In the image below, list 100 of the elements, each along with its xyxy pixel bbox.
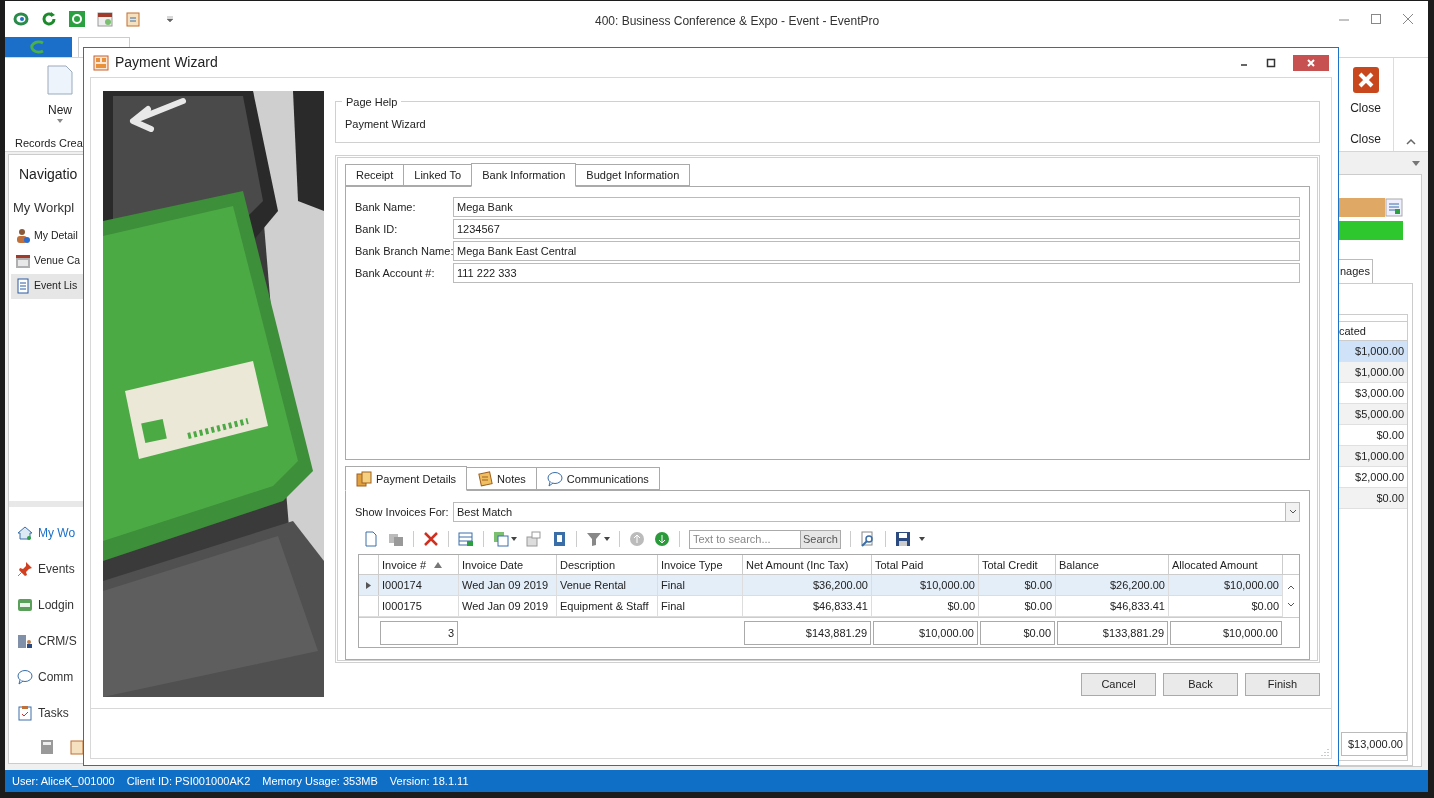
caret-icon[interactable]	[604, 537, 610, 542]
total-cell: $10,000.00	[1170, 620, 1282, 645]
logo-icon[interactable]	[13, 11, 29, 27]
panel-title: Navigatio	[19, 165, 79, 184]
close-button[interactable]	[1293, 54, 1329, 71]
table-cell: $0.00	[979, 575, 1056, 596]
table-cell: $5,000.00	[1339, 404, 1407, 425]
table-cell: Wed Jan 09 2019	[459, 575, 557, 596]
caret-icon	[57, 119, 63, 123]
table-cell: I000174	[379, 575, 459, 596]
color-bar	[1337, 198, 1385, 217]
new-document-icon[interactable]	[363, 531, 379, 548]
calculator-icon[interactable]	[39, 739, 55, 755]
total-cell: $0.00	[980, 620, 1055, 645]
field-label: Show Invoices For:	[355, 505, 450, 521]
module-button[interactable]: Comm	[9, 659, 179, 695]
text-field[interactable]: 111 222 333	[453, 263, 1300, 283]
table-cell: $10,000.00	[1169, 575, 1283, 596]
scroll-up-icon[interactable]	[1287, 584, 1295, 591]
grid-icon[interactable]	[458, 531, 474, 548]
sort-up-icon	[434, 561, 443, 568]
caret-icon[interactable]	[918, 537, 925, 542]
person-icon	[15, 228, 31, 244]
column-header[interactable]: Invoice Type	[658, 555, 743, 575]
tab[interactable]: Communications	[535, 467, 660, 491]
column-header[interactable]: Balance	[1056, 555, 1169, 575]
row-pointer-icon	[366, 581, 371, 589]
table-row[interactable]: I000174 Wed Jan 09 2019 Venue Rental Final $36,200.00 $10,000.00 $0.00 $26,200.00 $10,000.00	[359, 575, 1283, 597]
module-button[interactable]: CRM/S	[9, 623, 179, 659]
group-label: Records Crea	[14, 136, 83, 151]
tab[interactable]: Budget Information	[575, 164, 691, 186]
total-cell: 3	[380, 620, 458, 645]
pushpin-icon	[17, 561, 33, 577]
collapse-icon[interactable]	[1406, 137, 1416, 145]
nav-item[interactable]: Venue Ca	[11, 248, 177, 274]
maximize-icon[interactable]	[1266, 57, 1276, 68]
module-button[interactable]: Tasks	[9, 695, 179, 731]
field-label: Bank Branch Name:	[355, 243, 453, 259]
total-cell: $133,881.29	[1057, 620, 1168, 645]
caret-icon[interactable]	[165, 14, 175, 24]
tab[interactable]: Linked To	[403, 164, 473, 186]
copy-icon[interactable]	[388, 531, 404, 548]
column-header[interactable]: Allocated Amount	[1169, 555, 1283, 575]
document-icon	[47, 65, 73, 95]
close-button[interactable]: Close	[1350, 67, 1381, 117]
column-header[interactable]: Total Credit	[979, 555, 1056, 575]
calendar-icon[interactable]	[1385, 198, 1403, 217]
table-cell: $1,000.00	[1339, 341, 1407, 362]
column-header[interactable]: Total Paid	[872, 555, 979, 575]
text-field[interactable]: Mega Bank East Central	[453, 241, 1300, 261]
search-field[interactable]: Text to search... Search	[689, 529, 841, 549]
clipboard-icon[interactable]	[125, 11, 141, 27]
module-button[interactable]: My Wo	[9, 515, 179, 551]
bed-icon	[17, 597, 33, 613]
tab[interactable]: Receipt	[345, 164, 405, 186]
save-icon[interactable]	[894, 531, 911, 548]
module-button[interactable]: Events	[9, 551, 179, 587]
table-cell: Wed Jan 09 2019	[459, 596, 557, 617]
table-cell: $1,000.00	[1339, 362, 1407, 383]
column-header[interactable]: Description	[557, 555, 658, 575]
column-header[interactable]: Invoice Date	[459, 555, 557, 575]
section-title: My Workpl	[13, 199, 76, 217]
column-header[interactable]: Invoice #	[379, 555, 459, 575]
delete-icon[interactable]	[423, 531, 439, 548]
find-icon[interactable]	[859, 531, 876, 548]
dialog-button[interactable]: Finish	[1245, 673, 1320, 696]
text-field[interactable]: 1234567	[453, 219, 1300, 239]
house-icon	[17, 525, 33, 541]
window-icon	[93, 54, 109, 71]
building-icon	[17, 633, 33, 649]
nav-item[interactable]: My Detail	[11, 223, 177, 249]
clipboard-icon[interactable]	[69, 739, 85, 755]
scroll-down-icon[interactable]	[1287, 602, 1295, 609]
search-button[interactable]: Search	[800, 530, 840, 548]
dialog-button[interactable]: Cancel	[1081, 673, 1156, 696]
table-cell: Final	[658, 575, 743, 596]
tab[interactable]: Payment Details	[345, 466, 468, 492]
close-icon	[1306, 57, 1316, 68]
new-button[interactable]: New	[47, 65, 73, 123]
refresh-icon[interactable]	[41, 11, 57, 27]
dropdown-icon[interactable]	[1411, 161, 1421, 167]
resize-grip-icon[interactable]	[1321, 748, 1329, 756]
table-cell: Final	[658, 596, 743, 617]
dropdown-field[interactable]: Best Match	[453, 502, 1300, 523]
table-cell: $46,833.41	[743, 596, 872, 617]
dialog-button[interactable]: Back	[1163, 673, 1238, 696]
close-icon[interactable]	[1402, 13, 1414, 25]
chevron-down-icon	[1288, 509, 1297, 516]
status-text: User: AliceK_001000	[12, 773, 115, 789]
calendar-icon[interactable]	[97, 11, 113, 27]
group-label: Close	[1350, 131, 1381, 148]
column-header[interactable]: Net Amount (Inc Tax)	[743, 555, 872, 575]
table-row[interactable]: I000175 Wed Jan 09 2019 Equipment & Staff Final $46,833.41 $0.00 $0.00 $46,833.41 $0.00	[359, 596, 1283, 618]
text-field[interactable]: Mega Bank	[453, 197, 1300, 217]
module-button[interactable]: Lodgin	[9, 587, 179, 623]
tab[interactable]: Notes	[466, 467, 537, 491]
tab[interactable]: Bank Information	[471, 163, 577, 187]
down-circle-icon[interactable]	[654, 531, 670, 548]
caret-icon[interactable]	[511, 537, 517, 542]
table-cell: Equipment & Staff	[557, 596, 658, 617]
